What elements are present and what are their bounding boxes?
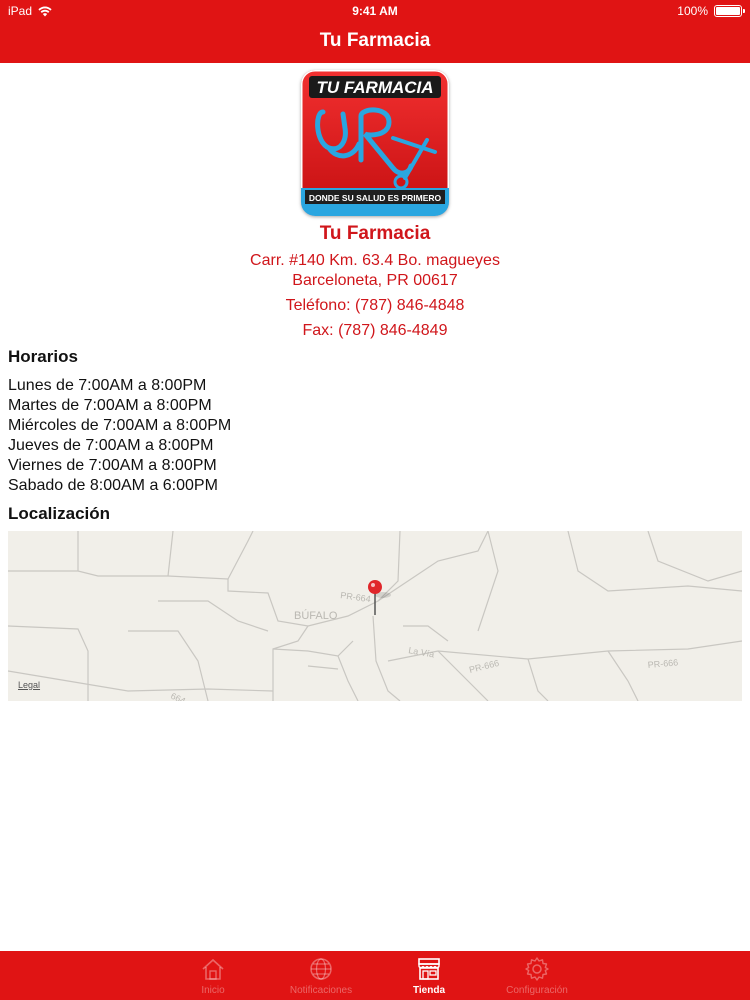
svg-text:TU FARMACIA: TU FARMACIA	[316, 78, 433, 97]
home-icon	[202, 958, 224, 980]
map-road-label: PR-666	[647, 657, 678, 670]
tab-label: Inicio	[201, 985, 225, 996]
tab-label: Configuración	[506, 985, 568, 996]
battery-icon	[714, 5, 745, 17]
map-legal-link[interactable]: Legal	[18, 680, 40, 690]
phone-link[interactable]: Teléfono: (787) 846-4848	[0, 297, 750, 315]
map-road-label: La Vía	[408, 645, 435, 659]
pharmacy-logo: TU FARMACIA DONDE SU SALUD ES PRIMERO	[301, 70, 449, 216]
location-heading: Localización	[8, 504, 111, 523]
address-line-2[interactable]: Barceloneta, PR 00617	[0, 272, 750, 290]
battery-percent: 100%	[677, 4, 708, 18]
page-title: Tu Farmacia	[319, 30, 431, 51]
map-road-label: PR-666	[468, 658, 500, 675]
gear-icon	[525, 957, 549, 981]
store-icon	[418, 958, 440, 980]
hours-heading: Horarios	[8, 347, 78, 366]
map-road-label: 664	[169, 691, 187, 701]
hours-line: Viernes de 7:00AM a 8:00PM	[8, 457, 217, 474]
tab-notificaciones[interactable]: Notificaciones	[267, 951, 375, 1000]
status-time: 9:41 AM	[352, 4, 398, 18]
hours-line: Sabado de 8:00AM a 6:00PM	[8, 477, 218, 494]
hours-line: Martes de 7:00AM a 8:00PM	[8, 397, 212, 414]
tab-bar: Inicio Notificaciones Tienda Configuraci…	[0, 951, 750, 1000]
hours-line: Lunes de 7:00AM a 8:00PM	[8, 377, 207, 394]
tab-label: Notificaciones	[289, 985, 353, 996]
globe-icon	[310, 958, 332, 980]
status-bar: iPad 9:41 AM 100%	[0, 0, 750, 22]
tab-inicio[interactable]: Inicio	[159, 951, 267, 1000]
hours-list: Lunes de 7:00AM a 8:00PM Martes de 7:00A…	[8, 376, 231, 496]
svg-text:DONDE SU SALUD ES PRIMERO: DONDE SU SALUD ES PRIMERO	[309, 193, 442, 203]
map-town-label: BÚFALO	[294, 609, 338, 622]
tab-label: Tienda	[412, 985, 446, 996]
navigation-bar: iPad 9:41 AM 100% Tu Farmacia	[0, 0, 750, 63]
fax-number: Fax: (787) 846-4849	[302, 322, 448, 339]
store-name: Tu Farmacia	[319, 223, 431, 244]
hours-line: Miércoles de 7:00AM a 8:00PM	[8, 417, 232, 434]
address-line-1[interactable]: Carr. #140 Km. 63.4 Bo. magueyes	[0, 252, 750, 270]
hours-line: Jueves de 7:00AM a 8:00PM	[8, 437, 214, 454]
location-map[interactable]: BÚFALO PR-664 La Vía PR-666 PR-666 664 L…	[8, 531, 742, 701]
tab-tienda[interactable]: Tienda	[375, 951, 483, 1000]
tab-configuracion[interactable]: Configuración	[483, 951, 591, 1000]
map-pin-icon[interactable]	[368, 580, 391, 615]
map-road-label: PR-664	[340, 590, 372, 604]
